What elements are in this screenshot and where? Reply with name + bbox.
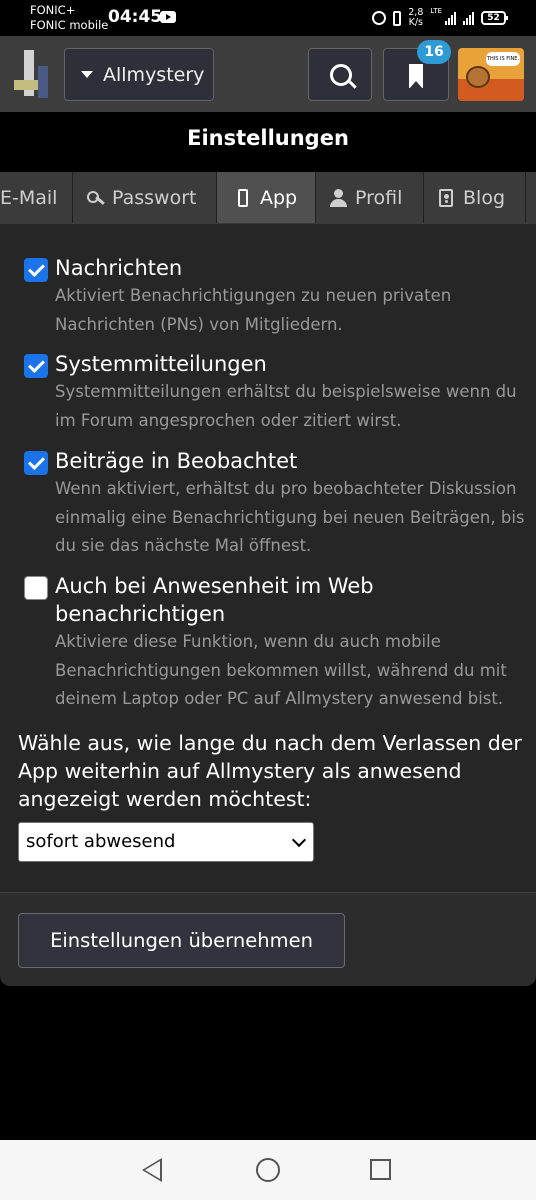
status-bar: FONIC+ FONIC mobile 04:45 2,8 K/s LTE 52 xyxy=(0,0,536,36)
option-description: Aktiviert Benachrichtigungen zu neuen pr… xyxy=(55,286,452,334)
presence-select[interactable]: sofort abwesend xyxy=(18,822,314,862)
tab-label: Profil xyxy=(355,186,403,209)
user-icon xyxy=(330,188,347,207)
bookmark-count-badge: 16 xyxy=(417,40,451,64)
back-icon[interactable] xyxy=(142,1158,162,1182)
caret-down-icon xyxy=(81,71,93,78)
tab-blog[interactable]: Blog xyxy=(424,172,526,223)
actions-panel: Einstellungen übernehmen xyxy=(0,892,536,986)
speed-unit: K/s xyxy=(408,17,423,28)
phone-icon xyxy=(235,188,251,207)
network-type: LTE xyxy=(430,7,442,15)
alarm-icon xyxy=(372,11,387,25)
tab-email[interactable]: E-Mail xyxy=(0,172,73,223)
title-bar: Einstellungen xyxy=(0,112,536,172)
app-header: Allmystery 16 THIS IS FINE. xyxy=(0,36,536,112)
option-label: Beiträge in Beobachtet xyxy=(55,449,298,473)
apply-settings-button[interactable]: Einstellungen übernehmen xyxy=(18,913,345,968)
tab-app[interactable]: App xyxy=(217,172,316,223)
carrier-1: FONIC+ xyxy=(30,3,76,17)
tab-password[interactable]: Passwort xyxy=(73,172,217,223)
search-icon xyxy=(330,64,352,86)
bookmark-icon xyxy=(409,64,423,89)
key-icon xyxy=(87,189,103,207)
youtube-notification-icon xyxy=(160,11,176,23)
search-button[interactable] xyxy=(308,48,372,101)
settings-panel: Nachrichten Aktiviert Benachrichtigungen… xyxy=(0,224,536,892)
watched-posts-checkbox[interactable] xyxy=(24,451,48,475)
web-presence-checkbox[interactable] xyxy=(24,576,48,600)
option-label: Systemmitteilungen xyxy=(55,352,267,376)
tab-label: Passwort xyxy=(112,186,197,209)
carrier-2: FONIC mobile xyxy=(30,18,109,32)
presence-select-value: sofort abwesend xyxy=(26,831,176,852)
system-nav-bar xyxy=(0,1140,536,1200)
option-label: Auch bei Anwesenheit im Web benachrichti… xyxy=(55,574,374,626)
vibrate-icon xyxy=(393,10,402,26)
option-description: Systemmitteilungen erhältst du beispiels… xyxy=(55,382,517,430)
presence-question: Wähle aus, wie lange du nach dem Verlass… xyxy=(18,731,522,811)
signal-icon xyxy=(445,11,456,25)
blog-icon xyxy=(438,188,454,207)
site-menu-button[interactable]: Allmystery xyxy=(64,48,214,101)
chevron-down-icon xyxy=(291,832,307,848)
system-messages-checkbox[interactable] xyxy=(24,354,48,378)
tab-label: E-Mail xyxy=(0,186,58,209)
carrier-info: FONIC+ FONIC mobile xyxy=(30,3,108,33)
signal-icon-2 xyxy=(463,11,474,25)
system-icons: 2,8 K/s LTE 52 xyxy=(372,6,508,30)
messages-checkbox[interactable] xyxy=(24,258,48,282)
page-title: Einstellungen xyxy=(187,126,349,150)
option-label: Nachrichten xyxy=(55,256,183,280)
home-icon[interactable] xyxy=(256,1158,280,1182)
battery-icon: 52 xyxy=(481,11,508,25)
settings-tabs: E-Mail Passwort App Profil Blog xyxy=(0,172,536,224)
avatar[interactable]: THIS IS FINE. xyxy=(458,48,524,101)
logo-icon[interactable] xyxy=(14,48,50,100)
avatar-caption: THIS IS FINE. xyxy=(486,52,520,66)
option-description: Wenn aktiviert, erhältst du pro beobacht… xyxy=(55,479,525,555)
tab-profile[interactable]: Profil xyxy=(316,172,424,223)
option-description: Aktiviere diese Funktion, wenn du auch m… xyxy=(55,632,507,708)
recent-apps-icon[interactable] xyxy=(370,1159,391,1180)
site-name: Allmystery xyxy=(103,63,205,86)
clock: 04:45 xyxy=(108,7,163,27)
tab-label: Blog xyxy=(463,186,505,209)
network-speed: 2,8 K/s xyxy=(408,8,423,28)
tab-label: App xyxy=(260,186,298,209)
